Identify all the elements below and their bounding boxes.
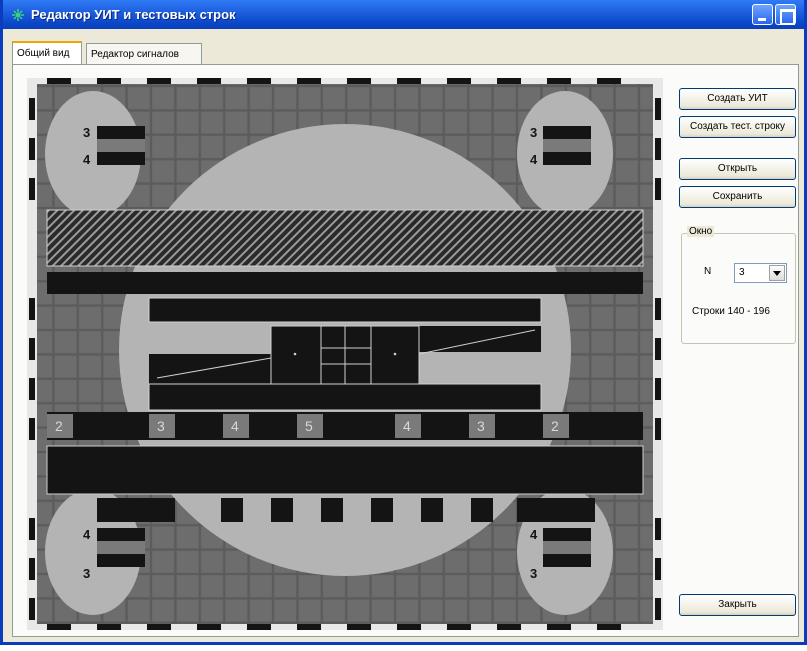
open-button[interactable]: Открыть [679, 158, 796, 180]
corner-number: 3 [530, 566, 537, 581]
center-test-block [148, 297, 542, 411]
corner-number: 4 [83, 152, 91, 167]
n-select[interactable]: 3 [734, 263, 787, 283]
tab-overview[interactable]: Общий вид [12, 41, 82, 65]
window-title: Редактор УИТ и тестовых строк [31, 7, 236, 22]
minimize-button[interactable] [752, 4, 773, 25]
title-bar[interactable]: Редактор УИТ и тестовых строк [3, 0, 804, 29]
resolution-scale-band: 2 3 4 5 4 3 2 [47, 412, 643, 440]
screen-bottom-strip [0, 645, 807, 651]
group-title: Окно [687, 226, 715, 237]
hatched-band [46, 209, 644, 267]
n-label: N [704, 266, 712, 277]
corner-circle-top-right: 3 4 [517, 91, 613, 217]
close-button[interactable]: Закрыть [679, 594, 796, 616]
create-uit-button[interactable]: Создать УИТ [679, 88, 796, 110]
black-band-lower [46, 445, 644, 495]
main-window: Редактор УИТ и тестовых строк Общий вид … [0, 0, 807, 645]
scale-label: 3 [477, 418, 485, 434]
create-test-line-button[interactable]: Создать тест. строку [679, 116, 796, 138]
black-band-upper [47, 272, 643, 294]
tab-signal-editor[interactable]: Редактор сигналов [86, 43, 202, 65]
corner-number: 4 [83, 527, 91, 542]
window-groupbox: Окно N 3 Строки 140 - 196 [681, 226, 796, 344]
maximize-button[interactable] [775, 4, 796, 25]
n-select-value: 3 [739, 267, 745, 278]
scale-label: 4 [403, 418, 411, 434]
scale-label: 3 [157, 418, 165, 434]
scale-label: 4 [231, 418, 239, 434]
scale-label: 2 [55, 418, 63, 434]
corner-number: 3 [530, 125, 537, 140]
scale-label: 2 [551, 418, 559, 434]
corner-number: 3 [83, 566, 90, 581]
scale-label: 5 [305, 418, 313, 434]
corner-number: 4 [530, 527, 538, 542]
rows-range-label: Строки 140 - 196 [692, 306, 770, 317]
save-button[interactable]: Сохранить [679, 186, 796, 208]
corner-number: 4 [530, 152, 538, 167]
chevron-down-icon[interactable] [769, 265, 785, 281]
test-pattern-image: 3 4 3 4 4 3 4 3 2 3 4 5 4 3 2 [27, 78, 663, 630]
corner-number: 3 [83, 125, 90, 140]
app-icon [12, 9, 24, 21]
